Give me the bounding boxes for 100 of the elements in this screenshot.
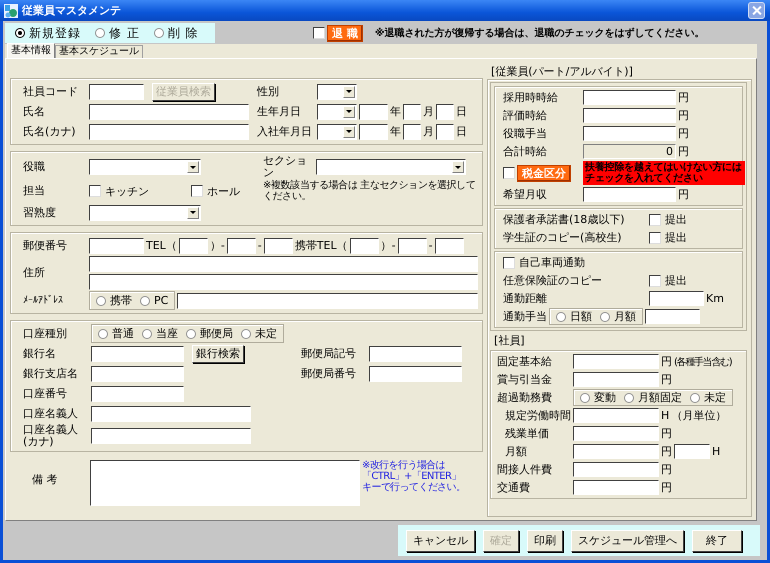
dropdown[interactable] (316, 159, 466, 175)
text-field[interactable] (369, 366, 462, 382)
text-field[interactable] (350, 238, 379, 254)
section-heading: [社員] (493, 334, 526, 348)
field-label: 銀行名 (23, 348, 56, 360)
radio-button[interactable]: 新規登録 (15, 24, 81, 42)
radio-button[interactable]: 郵便局 (186, 326, 233, 341)
dropdown[interactable] (317, 104, 357, 120)
checkbox[interactable]: 提出 (649, 230, 687, 245)
field-label: 生年月日 (257, 106, 301, 118)
field-label: 規定労働時間 (504, 410, 571, 422)
text-field[interactable] (89, 256, 478, 272)
unit-label: 月 (423, 124, 434, 139)
radio-button[interactable]: 当座 (142, 326, 178, 341)
button[interactable]: キャンセル (406, 530, 475, 552)
checkbox[interactable]: ホール (191, 184, 240, 198)
checkbox[interactable] (313, 27, 325, 39)
text-field[interactable] (573, 372, 659, 387)
radio-button[interactable]: 普通 (98, 326, 134, 341)
unit-label: 日 (456, 104, 467, 119)
text-field[interactable] (89, 104, 249, 120)
button[interactable]: スケジュール管理へ (571, 530, 684, 552)
dropdown[interactable] (317, 124, 357, 140)
dropdown[interactable] (89, 159, 201, 175)
text-field[interactable] (177, 292, 478, 308)
radio-button[interactable]: 月額 (600, 309, 636, 324)
text-field[interactable] (91, 366, 184, 382)
field-label: 郵便番号 (23, 240, 67, 252)
radio-button[interactable]: 変動 (580, 390, 616, 405)
text-field[interactable] (573, 480, 659, 495)
text-field[interactable] (573, 408, 659, 423)
checkbox[interactable]: 自己車両通勤 (503, 255, 585, 270)
text-field[interactable] (674, 444, 710, 459)
radio-button[interactable]: 月額固定 (624, 390, 682, 405)
text-field[interactable] (434, 238, 464, 254)
text-field[interactable] (89, 84, 144, 100)
radio-button[interactable]: 修 正 (95, 24, 140, 42)
button[interactable]: 銀行検索 (192, 344, 244, 362)
text-field[interactable] (369, 346, 462, 362)
text-field[interactable] (264, 238, 293, 254)
text-field[interactable] (436, 124, 454, 140)
radio-button[interactable]: 携帯 (96, 293, 132, 308)
checkbox[interactable] (503, 167, 515, 179)
radio-button[interactable]: 削 除 (154, 24, 199, 42)
text-field[interactable] (573, 462, 659, 477)
text-field[interactable] (398, 238, 427, 254)
text-field[interactable] (583, 108, 676, 123)
unit-label: TEL（ (146, 238, 177, 253)
button[interactable]: 終了 (692, 530, 742, 552)
unit-label: ）- (210, 238, 225, 253)
memo-field[interactable] (90, 460, 360, 506)
field-label: 月額 (504, 446, 527, 458)
radio-button[interactable]: 日額 (556, 309, 592, 324)
unit-label: 円 (661, 444, 672, 459)
radio-button[interactable]: 未定 (241, 326, 277, 341)
tab[interactable]: 基本スケジュール (55, 45, 143, 58)
dropdown[interactable] (317, 84, 357, 100)
text-field[interactable] (573, 354, 659, 369)
text-field[interactable] (583, 90, 676, 105)
radio-button[interactable]: 未定 (690, 390, 726, 405)
field-label: 郵便局記号 (301, 348, 356, 360)
text-field[interactable] (403, 124, 421, 140)
field-label: 超過勤務費 (497, 392, 552, 404)
unit-label: - (258, 239, 262, 252)
text-field[interactable] (89, 274, 478, 290)
text-field[interactable] (359, 104, 388, 120)
text-field[interactable] (178, 238, 208, 254)
text-field[interactable] (226, 238, 256, 254)
text-field[interactable] (89, 238, 144, 254)
text-field[interactable] (583, 187, 676, 202)
close-button[interactable] (748, 2, 765, 19)
checkbox[interactable]: キッチン (89, 184, 149, 198)
text-field[interactable] (649, 291, 704, 306)
text-field[interactable] (645, 309, 700, 324)
field-label: 習熟度 (23, 206, 56, 218)
tab[interactable]: 基本情報 (7, 43, 55, 58)
text-field[interactable] (91, 386, 184, 402)
text-field[interactable] (403, 104, 421, 120)
text-field[interactable] (583, 126, 676, 141)
text-field[interactable] (91, 428, 251, 444)
unit-label: 円 (661, 354, 672, 369)
checkbox[interactable]: 提出 (649, 212, 687, 227)
text-field[interactable] (89, 124, 249, 140)
field-label: 口座名義人 (23, 408, 78, 420)
field-label: 通勤距離 (503, 292, 547, 304)
field-label: 希望月収 (503, 188, 547, 200)
text-field[interactable] (573, 444, 659, 459)
text-field[interactable] (573, 426, 659, 441)
text-field[interactable] (359, 124, 388, 140)
field-label: 任意保険証のコピー (503, 274, 602, 286)
text-field[interactable] (91, 406, 251, 422)
unit-label: 円 (678, 108, 689, 123)
radio-button[interactable]: PC (140, 294, 168, 307)
dropdown[interactable] (89, 204, 201, 220)
unit-label: 年 (390, 104, 401, 119)
button[interactable]: 印刷 (527, 530, 563, 552)
text-field[interactable] (436, 104, 454, 120)
text-field[interactable] (91, 346, 184, 362)
checkbox[interactable]: 提出 (649, 273, 687, 288)
field-label: 通勤手当 (503, 310, 547, 322)
